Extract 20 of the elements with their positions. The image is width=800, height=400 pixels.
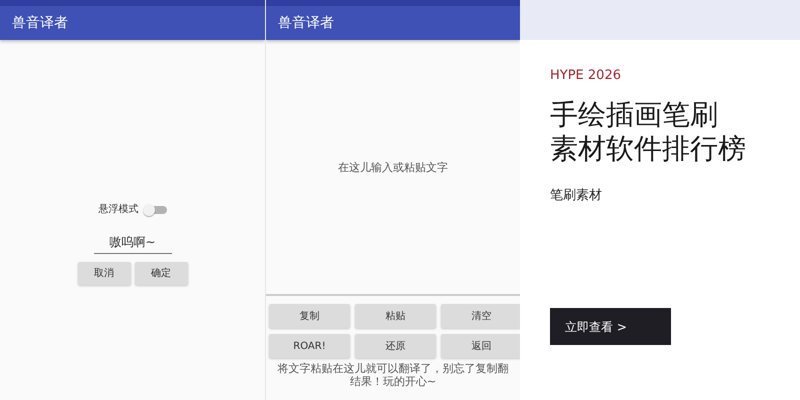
- ad-headline: 素材软件排行榜: [550, 132, 747, 166]
- action-button[interactable]: ROAR!: [269, 334, 350, 358]
- toggle-switch[interactable]: [142, 204, 166, 216]
- dialog-button[interactable]: 取消: [78, 262, 130, 285]
- action-button[interactable]: 还原: [355, 334, 436, 358]
- action-button[interactable]: 粘贴: [355, 304, 436, 328]
- hint-text: 结果！玩的开心~: [348, 375, 438, 388]
- dialog-button[interactable]: 确定: [134, 262, 188, 285]
- ad-headline: 手绘插画笔刷: [550, 98, 719, 132]
- ad-eyebrow: HYPE 2026: [550, 67, 622, 85]
- hint-text: 将文字粘贴在这儿就可以翻译了，别忘了复制翻: [276, 362, 510, 375]
- ad-subtitle: 笔刷素材: [550, 186, 603, 204]
- action-button[interactable]: 复制: [269, 304, 350, 328]
- action-button[interactable]: 清空: [441, 304, 520, 328]
- app-title: 兽音译者: [12, 15, 68, 31]
- cta-button[interactable]: 立即查看 >: [550, 308, 671, 345]
- text-field[interactable]: 嗷呜啊~: [94, 233, 172, 254]
- action-button[interactable]: 返回: [441, 334, 520, 358]
- switch-label: 悬浮模式: [98, 202, 138, 217]
- app-title: 兽音译者: [278, 15, 334, 31]
